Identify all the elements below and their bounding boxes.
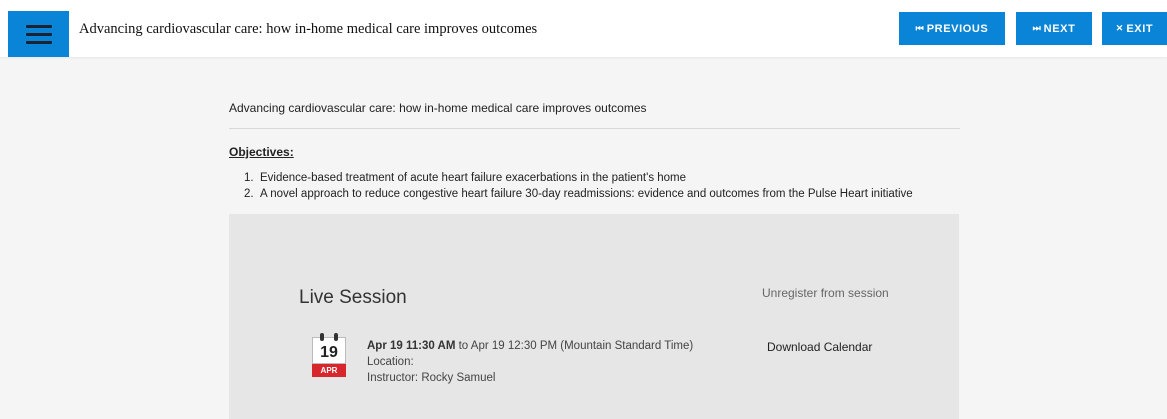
unregister-link[interactable]: Unregister from session (762, 286, 889, 300)
calendar-ring (334, 333, 338, 341)
next-label: NEXT (1043, 22, 1076, 35)
objective-item: 1. Evidence-based treatment of acute hear… (244, 172, 687, 184)
menu-line (25, 40, 52, 44)
session-location: Location: (367, 356, 414, 368)
skip-forward-icon: ⏭ (1032, 23, 1041, 33)
skip-back-icon: ⏮ (915, 23, 924, 33)
previous-label: PREVIOUS (926, 22, 989, 35)
top-bar: Advancing cardiovascular care: how in-ho… (0, 0, 1167, 57)
menu-line (25, 24, 52, 28)
next-button[interactable]: ⏭ NEXT (1016, 12, 1092, 45)
session-time: Apr 19 11:30 AM to Apr 19 12:30 PM (Moun… (367, 340, 694, 352)
exit-label: EXIT (1126, 22, 1154, 35)
previous-button[interactable]: ⏮ PREVIOUS (899, 12, 1005, 45)
divider (229, 128, 960, 129)
calendar-day: 19 (312, 337, 346, 364)
download-calendar-link[interactable]: Download Calendar (767, 340, 872, 354)
calendar-ring (320, 333, 324, 341)
calendar-icon: 19 APR (312, 333, 346, 379)
session-instructor: Instructor: Rocky Samuel (367, 372, 496, 384)
objective-item: 2. A novel approach to reduce congestive … (244, 188, 913, 200)
session-panel: Live Session Unregister from session 19 … (229, 214, 959, 419)
exit-button[interactable]: ✕ EXIT (1102, 12, 1167, 45)
session-details: Apr 19 11:30 AM to Apr 19 12:30 PM (Moun… (367, 338, 693, 386)
objectives-heading: Objectives: (229, 145, 294, 159)
page-title: Advancing cardiovascular care: how in-ho… (79, 21, 538, 37)
objectives-list: 1. Evidence-based treatment of acute hear… (244, 170, 913, 202)
hamburger-menu-icon[interactable] (8, 11, 69, 57)
session-title: Live Session (299, 287, 407, 308)
calendar-month: APR (312, 364, 346, 377)
course-title: Advancing cardiovascular care: how in-ho… (229, 101, 647, 115)
close-icon: ✕ (1115, 23, 1123, 33)
menu-line (25, 32, 52, 36)
